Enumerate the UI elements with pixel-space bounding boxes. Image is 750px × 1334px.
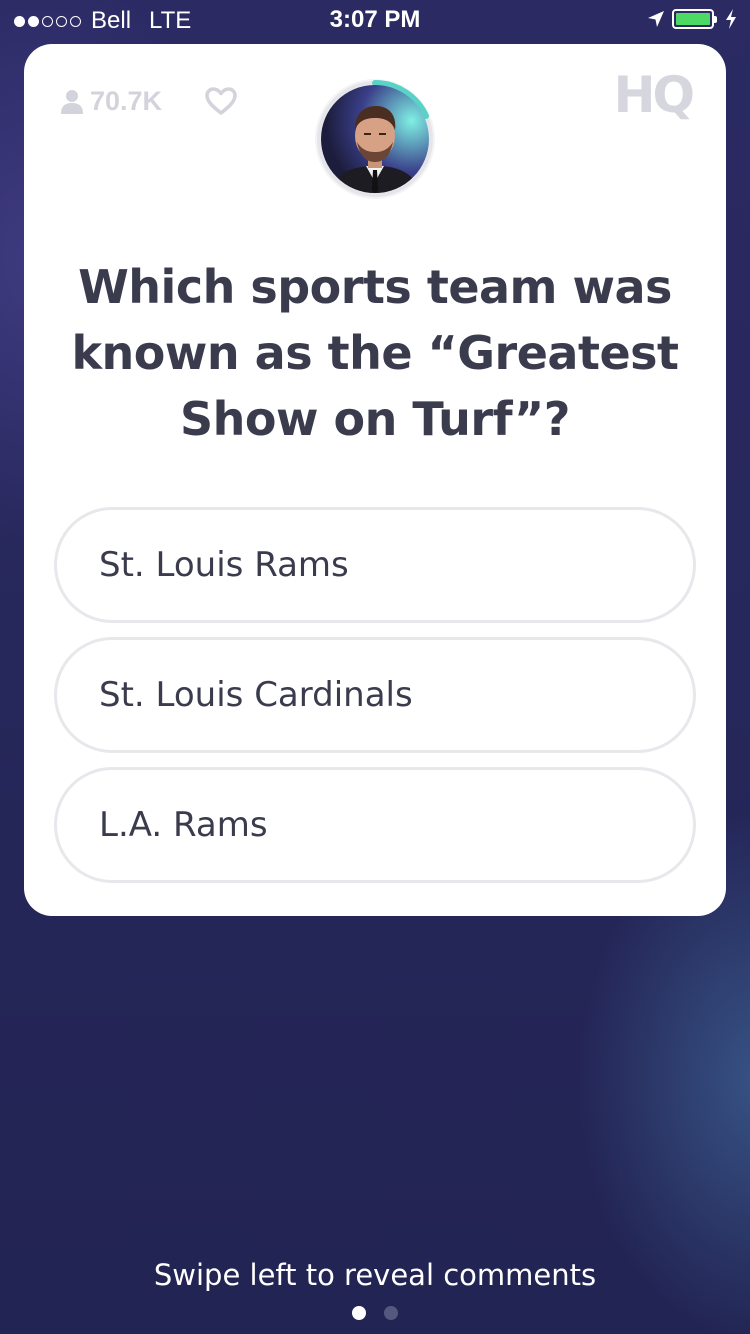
heart-icon[interactable] (204, 86, 238, 116)
status-time: 3:07 PM (329, 6, 421, 33)
charging-bolt-icon (726, 9, 736, 29)
swipe-hint: Swipe left to reveal comments (153, 1258, 597, 1292)
viewer-count: 70.7K (60, 86, 162, 117)
page-dot[interactable] (384, 1306, 398, 1320)
viewer-count-value: 70.7K (90, 86, 163, 116)
battery-fill (676, 13, 710, 25)
question-card: 70.7K HQ Which sports team was known as … (24, 44, 726, 916)
page-indicator[interactable] (0, 1306, 750, 1320)
page-dot-active[interactable] (352, 1306, 366, 1320)
location-arrow-icon (648, 11, 664, 27)
status-bar: Bell LTE 3:07 PM (0, 0, 750, 40)
status-right (646, 8, 738, 30)
answer-list: St. Louis Rams St. Louis Cardinals L.A. … (54, 507, 696, 897)
hq-logo: HQ (613, 66, 695, 124)
answer-option[interactable]: L.A. Rams (54, 767, 696, 883)
answer-option[interactable]: St. Louis Cardinals (54, 637, 696, 753)
person-icon (60, 89, 84, 115)
host-avatar (314, 78, 436, 200)
question-text: Which sports team was known as the “Grea… (71, 260, 679, 446)
battery-icon (672, 9, 717, 29)
answer-option[interactable]: St. Louis Rams (54, 507, 696, 623)
